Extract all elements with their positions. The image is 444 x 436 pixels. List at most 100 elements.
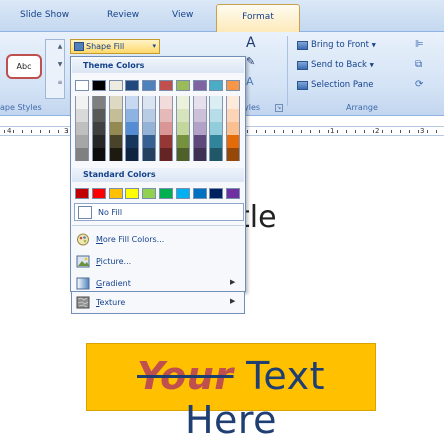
ruler-tick: [436, 130, 437, 133]
theme-shade-swatch[interactable]: [75, 135, 89, 148]
theme-shade-swatch[interactable]: [226, 135, 241, 148]
selection-pane-button[interactable]: Selection Pane: [297, 80, 373, 91]
theme-shade-swatch[interactable]: [159, 135, 173, 148]
theme-color-swatch[interactable]: [209, 80, 224, 91]
wordart-outline-icon[interactable]: ✎: [246, 55, 255, 68]
standard-color-swatch[interactable]: [192, 188, 207, 199]
theme-shade-swatch[interactable]: [175, 109, 190, 122]
theme-shade-swatch[interactable]: [159, 122, 173, 135]
theme-color-swatch[interactable]: [192, 80, 207, 91]
theme-shade-swatch[interactable]: [226, 148, 241, 161]
gallery-more-icon[interactable]: ≡: [55, 77, 65, 88]
ruler-tick: [346, 130, 347, 133]
theme-shade-swatch[interactable]: [75, 148, 89, 161]
standard-color-swatch[interactable]: [75, 188, 89, 199]
theme-shade-swatch[interactable]: [91, 122, 106, 135]
theme-shade-swatch[interactable]: [226, 109, 241, 122]
tab-review[interactable]: Review: [107, 10, 139, 20]
ruler-tick: [355, 130, 356, 133]
theme-color-swatch[interactable]: [175, 80, 190, 91]
theme-shade-swatch[interactable]: [209, 109, 224, 122]
gradient-item[interactable]: Gradient ▶: [72, 273, 244, 293]
theme-shade-swatch[interactable]: [226, 122, 241, 135]
theme-shade-swatch[interactable]: [108, 135, 123, 148]
dialog-launcher-icon[interactable]: ↘: [275, 104, 283, 112]
standard-color-swatch[interactable]: [226, 188, 241, 199]
theme-shade-swatch[interactable]: [91, 135, 106, 148]
wordart-banner[interactable]: Your Text Here: [86, 343, 376, 436]
theme-shade-swatch[interactable]: [192, 148, 207, 161]
gallery-up-icon[interactable]: ▲: [55, 41, 65, 52]
standard-color-swatch[interactable]: [142, 188, 157, 199]
theme-shade-swatch[interactable]: [192, 135, 207, 148]
theme-color-swatch[interactable]: [125, 80, 140, 91]
submenu-arrow-icon: ▶: [230, 297, 236, 305]
theme-shade-swatch[interactable]: [209, 135, 224, 148]
theme-shade-swatch[interactable]: [91, 96, 106, 109]
texture-item[interactable]: Texture ▶: [71, 292, 245, 314]
tab-format[interactable]: Format: [216, 4, 300, 33]
send-to-back-button[interactable]: Send to Back ▾: [297, 60, 374, 71]
group-icon[interactable]: ⧉: [415, 59, 429, 70]
theme-shade-swatch[interactable]: [91, 109, 106, 122]
theme-color-swatch[interactable]: [159, 80, 173, 91]
theme-shade-swatch[interactable]: [159, 96, 173, 109]
align-icon[interactable]: ⊫: [415, 39, 429, 50]
theme-shade-swatch[interactable]: [125, 109, 140, 122]
theme-color-swatch[interactable]: [226, 80, 241, 91]
shape-style-sample[interactable]: Abc: [6, 54, 42, 79]
theme-color-swatch[interactable]: [91, 80, 106, 91]
theme-shade-swatch[interactable]: [175, 96, 190, 109]
more-fill-colors-item[interactable]: More Fill Colors...: [72, 229, 244, 251]
theme-shade-swatch[interactable]: [226, 96, 241, 109]
theme-shade-swatch[interactable]: [142, 109, 157, 122]
standard-color-swatch[interactable]: [209, 188, 224, 199]
theme-shade-swatch[interactable]: [125, 135, 140, 148]
shape-fill-button[interactable]: Shape Fill ▾: [70, 39, 160, 54]
theme-shade-swatch[interactable]: [142, 148, 157, 161]
theme-shade-swatch[interactable]: [125, 122, 140, 135]
theme-shade-swatch[interactable]: [209, 96, 224, 109]
wordart-text-fill-icon[interactable]: A: [246, 35, 256, 51]
theme-shade-swatch[interactable]: [142, 122, 157, 135]
standard-color-swatch[interactable]: [91, 188, 106, 199]
theme-shade-swatch[interactable]: [192, 122, 207, 135]
standard-color-swatch[interactable]: [125, 188, 140, 199]
wordart-effects-icon[interactable]: A: [246, 75, 254, 88]
gallery-down-icon[interactable]: ▼: [55, 59, 65, 70]
theme-shade-swatch[interactable]: [75, 109, 89, 122]
standard-color-swatch[interactable]: [159, 188, 173, 199]
theme-shade-swatch[interactable]: [108, 148, 123, 161]
theme-shade-swatch[interactable]: [108, 96, 123, 109]
theme-color-swatch[interactable]: [142, 80, 157, 91]
theme-color-swatch[interactable]: [75, 80, 89, 91]
theme-shade-swatch[interactable]: [175, 148, 190, 161]
picture-item[interactable]: Picture...: [72, 251, 244, 273]
theme-shade-swatch[interactable]: [91, 148, 106, 161]
no-fill-item[interactable]: No Fill: [74, 203, 244, 221]
theme-shade-swatch[interactable]: [209, 122, 224, 135]
theme-shade-swatch[interactable]: [192, 96, 207, 109]
rotate-icon[interactable]: ⟳: [415, 79, 429, 90]
theme-shade-swatch[interactable]: [125, 96, 140, 109]
theme-shade-swatch[interactable]: [159, 109, 173, 122]
standard-color-swatch[interactable]: [175, 188, 190, 199]
theme-shade-swatch[interactable]: [75, 122, 89, 135]
theme-shade-swatch[interactable]: [159, 148, 173, 161]
bring-to-front-button[interactable]: Bring to Front ▾: [297, 40, 376, 51]
theme-color-swatch[interactable]: [108, 80, 123, 91]
ruler-tick: [13, 130, 14, 133]
theme-shade-swatch[interactable]: [175, 122, 190, 135]
standard-color-swatch[interactable]: [108, 188, 123, 199]
theme-shade-swatch[interactable]: [142, 96, 157, 109]
theme-shade-swatch[interactable]: [108, 122, 123, 135]
theme-shade-swatch[interactable]: [75, 96, 89, 109]
theme-shade-swatch[interactable]: [209, 148, 224, 161]
theme-shade-swatch[interactable]: [142, 135, 157, 148]
theme-shade-swatch[interactable]: [175, 135, 190, 148]
theme-shade-swatch[interactable]: [192, 109, 207, 122]
tab-slide-show[interactable]: Slide Show: [20, 10, 69, 20]
theme-shade-swatch[interactable]: [108, 109, 123, 122]
theme-shade-swatch[interactable]: [125, 148, 140, 161]
tab-view[interactable]: View: [172, 10, 193, 20]
